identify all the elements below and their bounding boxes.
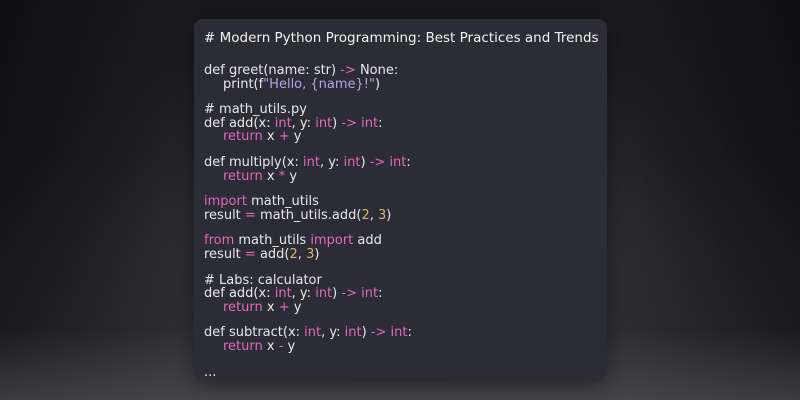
code-token: , y: xyxy=(319,154,344,170)
code-token: int xyxy=(344,325,362,341)
code-line: def greet(name: str) -> None: xyxy=(204,64,597,78)
code-token: ) xyxy=(360,154,370,170)
code-token: -> xyxy=(370,325,387,341)
code-token: add xyxy=(353,233,382,249)
code-token: int xyxy=(390,325,408,341)
code-line: return x - y xyxy=(204,340,597,354)
code-token: 2 xyxy=(361,207,370,223)
code-token: y xyxy=(285,168,298,184)
code-token: int xyxy=(361,115,379,131)
code-token: ) xyxy=(386,207,392,223)
code-block: def greet(name: str) -> None: print(f"Hel… xyxy=(204,64,597,379)
code-token: return xyxy=(223,168,263,184)
code-line: def multiply(x: int, y: int) -> int: xyxy=(204,156,597,170)
code-line: ... xyxy=(204,364,597,380)
code-title-comment: # Modern Python Programming: Best Practi… xyxy=(204,30,599,46)
code-token: , y: xyxy=(321,325,345,341)
code-token: ) xyxy=(314,246,320,262)
code-token: y xyxy=(283,338,296,354)
code-token: int xyxy=(304,325,322,341)
code-token: -> xyxy=(369,154,386,170)
code-token: ... xyxy=(204,364,217,380)
code-token: ) xyxy=(375,76,381,92)
code-token: ) xyxy=(332,115,342,131)
code-token: int xyxy=(303,154,320,170)
code-token: print(f xyxy=(223,76,264,92)
code-token: return xyxy=(223,129,263,145)
code-token: = xyxy=(244,246,256,262)
code-line: return x * y xyxy=(204,168,597,184)
code-line: result = math_utils.add(2, 3) xyxy=(204,207,597,223)
code-line: # math_utils.py xyxy=(204,103,597,117)
code-token: x xyxy=(262,299,279,315)
code-token: ) xyxy=(361,325,371,341)
code-line: def subtract(x: int, y: int) -> int: xyxy=(204,326,597,340)
code-token: = xyxy=(244,207,256,223)
code-line: result = add(2, 3) xyxy=(204,248,597,262)
code-token: ) xyxy=(332,286,342,302)
code-token: int xyxy=(343,154,361,170)
code-token: return xyxy=(223,299,263,315)
code-token: : xyxy=(406,154,411,170)
code-token: -> xyxy=(341,286,357,302)
code-token: 2 xyxy=(289,246,298,262)
code-token: + xyxy=(278,299,290,315)
code-line: import math_utils xyxy=(204,195,597,209)
code-token: , xyxy=(297,246,307,262)
code-token: y xyxy=(289,129,302,145)
code-token: "Hello, {name}!" xyxy=(263,76,375,92)
code-token: : xyxy=(378,115,383,131)
code-token: x xyxy=(262,168,279,184)
code-line: def add(x: int, y: int) -> int: xyxy=(204,287,597,301)
code-token: x xyxy=(262,338,279,354)
code-line: # Labs: calculator xyxy=(204,273,597,288)
code-token: y xyxy=(289,299,302,315)
code-token: math_utils.add( xyxy=(255,207,362,223)
code-token: : xyxy=(407,325,412,341)
code-line: from math_utils import add xyxy=(204,234,597,248)
code-line: print(f"Hello, {name}!") xyxy=(204,76,597,92)
code-card: # Modern Python Programming: Best Practi… xyxy=(194,19,607,380)
code-line: return x + y xyxy=(204,299,597,315)
code-token: int xyxy=(361,286,379,302)
code-token: return xyxy=(223,338,263,354)
code-token: add( xyxy=(255,246,290,262)
code-token: + xyxy=(278,129,290,145)
code-line: return x + y xyxy=(204,130,597,144)
code-token: int xyxy=(389,154,407,170)
code-token: int xyxy=(315,115,333,131)
code-token: -> xyxy=(341,115,357,131)
code-line: def add(x: int, y: int) -> int: xyxy=(204,115,597,131)
code-token: result xyxy=(204,207,245,223)
code-token: int xyxy=(315,286,333,302)
code-token: , xyxy=(369,207,378,223)
code-token: : xyxy=(378,286,383,302)
code-token: result xyxy=(204,246,245,262)
code-token: x xyxy=(262,129,279,145)
